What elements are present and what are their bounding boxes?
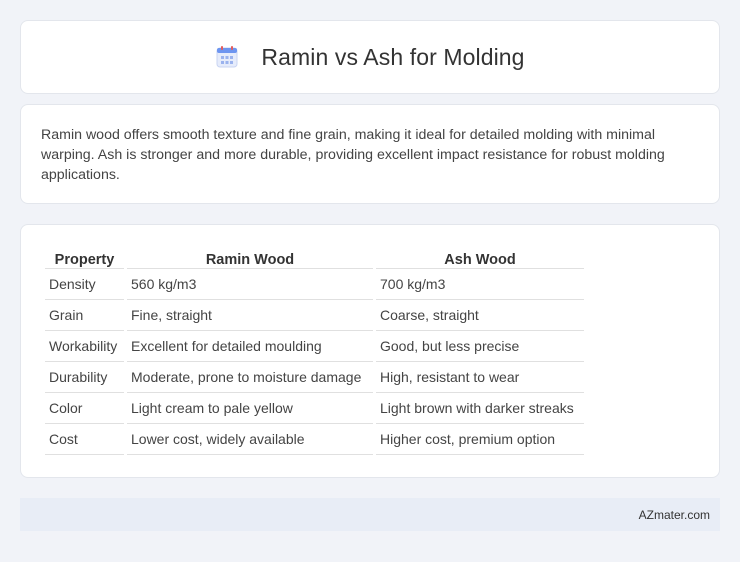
cell-property: Grain xyxy=(45,300,124,331)
title-card: Ramin vs Ash for Molding xyxy=(20,20,720,94)
cell-ramin: Lower cost, widely available xyxy=(127,424,373,455)
description-card: Ramin wood offers smooth texture and fin… xyxy=(20,104,720,204)
table-row: Density 560 kg/m3 700 kg/m3 xyxy=(45,269,584,300)
cell-property: Workability xyxy=(45,331,124,362)
cell-ash: Good, but less precise xyxy=(376,331,584,362)
cell-ramin: Excellent for detailed moulding xyxy=(127,331,373,362)
comparison-table: Property Ramin Wood Ash Wood Density 560… xyxy=(42,247,587,455)
cell-ash: Higher cost, premium option xyxy=(376,424,584,455)
table-row: Workability Excellent for detailed mould… xyxy=(45,331,584,362)
calendar-icon xyxy=(216,46,238,68)
cell-ash: Light brown with darker streaks xyxy=(376,393,584,424)
cell-property: Durability xyxy=(45,362,124,393)
cell-property: Density xyxy=(45,269,124,300)
cell-property: Color xyxy=(45,393,124,424)
page-title: Ramin vs Ash for Molding xyxy=(261,43,525,70)
cell-ramin: Moderate, prone to moisture damage xyxy=(127,362,373,393)
table-row: Color Light cream to pale yellow Light b… xyxy=(45,393,584,424)
comparison-card: Property Ramin Wood Ash Wood Density 560… xyxy=(20,224,720,478)
cell-ash: Coarse, straight xyxy=(376,300,584,331)
table-header-row: Property Ramin Wood Ash Wood xyxy=(45,247,584,269)
footer-bar: AZmater.com xyxy=(20,498,720,531)
title-row: Ramin vs Ash for Molding xyxy=(215,44,524,71)
table-row: Grain Fine, straight Coarse, straight xyxy=(45,300,584,331)
description-text: Ramin wood offers smooth texture and fin… xyxy=(41,127,665,183)
cell-ramin: 560 kg/m3 xyxy=(127,269,373,300)
table-row: Durability Moderate, prone to moisture d… xyxy=(45,362,584,393)
header-property: Property xyxy=(45,247,124,269)
cell-property: Cost xyxy=(45,424,124,455)
header-ramin-wood: Ramin Wood xyxy=(127,247,373,269)
table-row: Cost Lower cost, widely available Higher… xyxy=(45,424,584,455)
cell-ash: 700 kg/m3 xyxy=(376,269,584,300)
cell-ash: High, resistant to wear xyxy=(376,362,584,393)
header-ash-wood: Ash Wood xyxy=(376,247,584,269)
cell-ramin: Fine, straight xyxy=(127,300,373,331)
footer-site-link[interactable]: AZmater.com xyxy=(639,508,710,522)
cell-ramin: Light cream to pale yellow xyxy=(127,393,373,424)
